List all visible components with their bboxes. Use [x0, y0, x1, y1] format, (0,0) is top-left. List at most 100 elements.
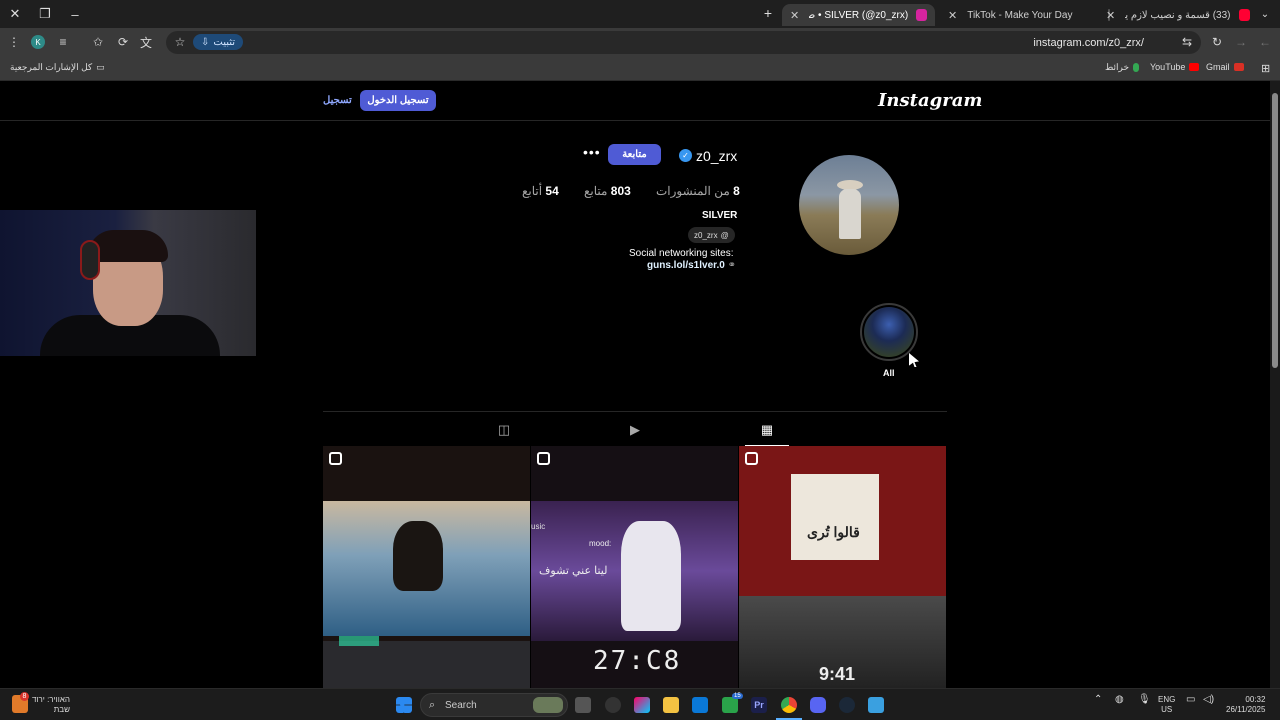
- back-icon[interactable]: ←: [1257, 34, 1273, 50]
- post-3-card: [791, 474, 879, 560]
- xbox-icon[interactable]: [722, 697, 738, 713]
- weather-widget[interactable]: האוויר: ירוד שבת: [32, 695, 70, 715]
- lens-icon[interactable]: ⟳: [115, 34, 131, 50]
- bookmark-star-icon[interactable]: ☆: [172, 34, 188, 50]
- app-badge: 15: [732, 693, 743, 699]
- tab-title: TikTok - Make Your Day: [967, 9, 1073, 21]
- person-ghutra-shape: [621, 521, 681, 631]
- reading-list-icon[interactable]: ≡: [55, 34, 71, 50]
- profile-link-text: guns.lol/s1lver.0: [647, 260, 725, 271]
- tab-posts-grid-icon[interactable]: ▦: [759, 422, 775, 438]
- install-icon: ⇩: [201, 36, 210, 48]
- restore-window-icon[interactable]: ❐: [30, 0, 60, 28]
- reload-icon[interactable]: ↻: [1209, 34, 1225, 50]
- bookmark-youtube[interactable]: YouTube: [1150, 62, 1200, 72]
- minimize-window-icon[interactable]: –: [60, 0, 90, 28]
- lang-line-1: ENG: [1158, 695, 1176, 704]
- tab-title: (33) قسمة و نصيب لازم يتوقف!..: [1125, 9, 1231, 21]
- copilot-icon[interactable]: [634, 697, 650, 713]
- login-button[interactable]: تسجيل الدخول: [360, 90, 436, 111]
- profile-link[interactable]: guns.lol/s1lver.0 ⚭: [647, 260, 736, 271]
- profile-bio: Social networking sites:: [629, 248, 734, 259]
- close-window-icon[interactable]: ✕: [0, 0, 30, 28]
- close-tab-icon[interactable]: ✕: [948, 9, 957, 22]
- tab-reels-icon[interactable]: ▶: [627, 422, 643, 438]
- tray-chevron-icon[interactable]: ⌃: [1094, 695, 1102, 705]
- tab-youtube[interactable]: ✕ (33) قسمة و نصيب لازم يتوقف!..: [1098, 4, 1258, 26]
- youtube-icon: [1189, 63, 1200, 71]
- volume-icon[interactable]: ◁): [1203, 695, 1214, 705]
- tab-tagged-icon[interactable]: ◫: [496, 422, 512, 438]
- post-1[interactable]: [323, 446, 530, 688]
- all-bookmarks-button[interactable]: كل الإشارات المرجعية ▭: [10, 62, 105, 73]
- tab-search-chevron-icon[interactable]: ⌄: [1250, 0, 1280, 28]
- extensions-icon[interactable]: ✩: [90, 34, 106, 50]
- bookmark-maps[interactable]: خرائط: [1105, 62, 1140, 73]
- microphone-icon[interactable]: 🎙︎: [1138, 695, 1151, 705]
- app-icon-1[interactable]: [605, 697, 621, 713]
- store-icon[interactable]: [692, 697, 708, 713]
- premiere-icon[interactable]: Pr: [751, 697, 767, 713]
- new-tab-button[interactable]: +: [760, 5, 776, 21]
- task-view-icon[interactable]: [575, 697, 591, 713]
- followers-number: 803: [610, 184, 631, 198]
- signup-link[interactable]: تسجيل: [323, 95, 352, 106]
- search-icon: ⌕: [429, 699, 436, 711]
- post-2[interactable]: usic mood: ليتا عني تشوف 27:C8: [531, 446, 738, 688]
- profile-picture[interactable]: [799, 155, 899, 255]
- threads-handle: z0_zrx: [694, 230, 718, 240]
- threads-badge[interactable]: z0_zrx @: [688, 227, 735, 243]
- following-count[interactable]: 54 أتابع: [522, 184, 559, 198]
- display-icon[interactable]: ▭: [1186, 695, 1195, 705]
- bookmark-gmail[interactable]: Gmail: [1206, 62, 1244, 72]
- translate-icon[interactable]: 文: [138, 34, 154, 50]
- instagram-page: Instagram تسجيل الدخول تسجيل z0_zrx ✓ مت…: [0, 81, 1270, 688]
- followers-count[interactable]: 803 متابع: [584, 184, 631, 198]
- tab-tiktok[interactable]: ✕ TikTok - Make Your Day: [940, 4, 1111, 26]
- profile-username: z0_zrx: [696, 148, 738, 164]
- gmail-icon: [1233, 63, 1244, 71]
- posts-number: 8: [733, 184, 740, 198]
- post-2-arabic-text: ليتا عني تشوف: [539, 565, 608, 577]
- install-app-button[interactable]: ⇩ تثبيت: [193, 34, 244, 50]
- bookmark-label: YouTube: [1150, 62, 1186, 72]
- app-icon-last[interactable]: [868, 697, 884, 713]
- chrome-icon[interactable]: [781, 697, 797, 713]
- story-highlight[interactable]: [860, 303, 918, 361]
- forward-icon[interactable]: →: [1233, 34, 1249, 50]
- more-options-icon[interactable]: •••: [583, 144, 601, 160]
- instagram-logo[interactable]: Instagram: [878, 90, 982, 111]
- posts-grid: usic mood: ليتا عني تشوف 27:C8 قالوا تُر…: [323, 446, 947, 688]
- profile-avatar[interactable]: K: [31, 35, 45, 49]
- start-button-icon[interactable]: [396, 697, 412, 713]
- posts-count: 8 من المنشورات: [656, 184, 740, 198]
- menu-kebab-icon[interactable]: ⋮: [6, 34, 22, 50]
- language-indicator[interactable]: ENG US: [1158, 695, 1175, 715]
- following-number: 54: [545, 184, 559, 198]
- link-icon: ⚭: [727, 260, 736, 271]
- page-scrollbar[interactable]: [1270, 81, 1280, 688]
- taskbar-search[interactable]: ⌕ Search: [420, 693, 568, 717]
- address-bar[interactable]: ☆ ⇩ تثبيت instagram.com/z0_zrx/ ⇆: [166, 31, 1201, 54]
- close-tab-icon[interactable]: ✕: [1106, 9, 1115, 22]
- follow-button[interactable]: متابعة: [608, 144, 661, 165]
- mouse-cursor-icon: [909, 353, 919, 367]
- reel-icon: [745, 452, 758, 465]
- all-bookmarks-label: كل الإشارات المرجعية: [10, 62, 93, 72]
- scrollbar-thumb[interactable]: [1272, 93, 1278, 368]
- site-settings-icon[interactable]: ⇆: [1179, 34, 1195, 50]
- folder-icon: ▭: [96, 62, 105, 72]
- close-tab-icon[interactable]: ✕: [790, 9, 799, 22]
- verified-badge-icon: ✓: [679, 149, 692, 162]
- apps-grid-icon[interactable]: ⊞: [1261, 62, 1270, 75]
- tab-instagram[interactable]: ✕ SILVER (@z0_zrx) • صور ومقاط...: [782, 4, 935, 26]
- clock-date: 26/11/2025: [1226, 705, 1266, 714]
- network-icon[interactable]: ◍: [1115, 695, 1124, 705]
- file-explorer-icon[interactable]: [663, 697, 679, 713]
- post-3-clock: 9:41: [819, 664, 856, 684]
- discord-icon[interactable]: [810, 697, 826, 713]
- clock[interactable]: 00:32 26/11/2025: [1226, 695, 1265, 715]
- post-3[interactable]: قالوا تُرى 9:41: [739, 446, 946, 688]
- steam-icon[interactable]: [839, 697, 855, 713]
- weather-line-2: שבת: [53, 705, 70, 714]
